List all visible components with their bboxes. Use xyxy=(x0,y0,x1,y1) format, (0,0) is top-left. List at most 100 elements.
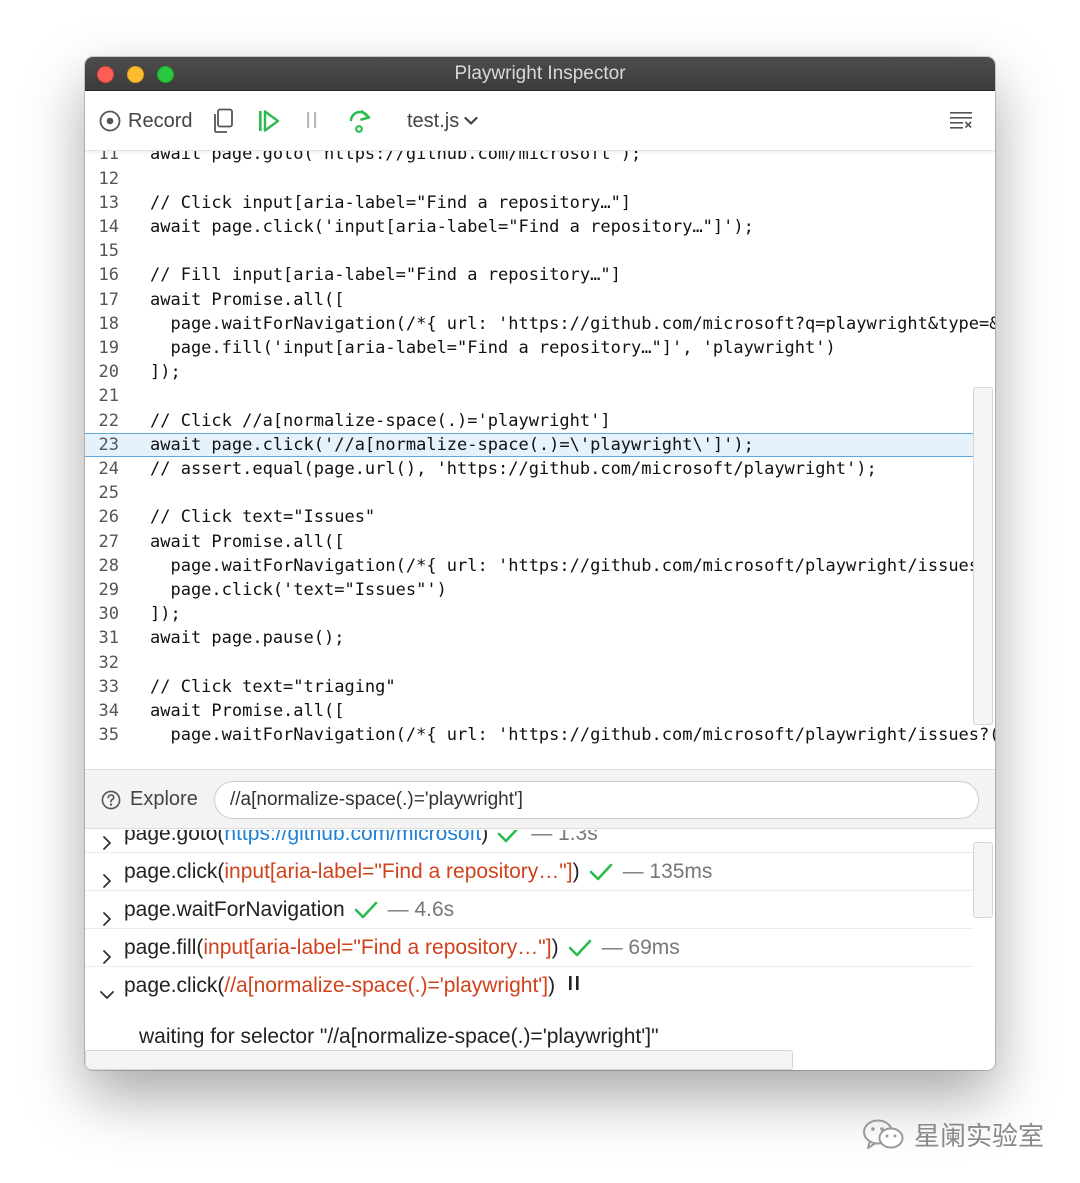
wechat-icon xyxy=(863,1119,904,1149)
explore-button[interactable]: Explore xyxy=(101,788,198,811)
code-line: 28 page.waitForNavigation(/*{ url: 'http… xyxy=(85,554,990,578)
line-number: 26 xyxy=(98,507,119,528)
line-number: 27 xyxy=(98,531,119,552)
line-code: await Promise.all([ xyxy=(150,701,345,721)
record-button[interactable]: Record xyxy=(99,107,192,135)
line-code: // Click text="Issues" xyxy=(150,507,376,528)
log-entry[interactable]: page.waitForNavigation — 4.6s xyxy=(85,891,973,929)
line-number: 29 xyxy=(98,580,119,600)
log-close-paren: ) xyxy=(481,830,489,845)
log-url-arg: https://github.com/microsoft xyxy=(224,830,482,845)
line-number: 24 xyxy=(98,459,119,479)
line-number: 33 xyxy=(98,676,119,697)
line-code: page.waitForNavigation(/*{ url: 'https:/… xyxy=(150,313,995,334)
chevron-right-icon xyxy=(103,836,111,850)
code-line: 26 // Click text="Issues" xyxy=(85,505,973,529)
help-circle-icon xyxy=(101,790,121,809)
copy-icon xyxy=(214,108,233,133)
code-line: 25 xyxy=(85,481,973,505)
line-code: ]); xyxy=(150,362,181,383)
resume-button[interactable] xyxy=(258,109,280,133)
line-number: 17 xyxy=(98,289,119,310)
pause-button[interactable] xyxy=(304,109,320,131)
expand-toggle[interactable] xyxy=(99,978,115,1016)
line-number: 34 xyxy=(98,701,119,721)
line-number: 21 xyxy=(98,386,119,407)
log-duration: — 69ms xyxy=(601,936,680,959)
line-number: 15 xyxy=(98,241,119,262)
clear-list-icon xyxy=(950,112,972,129)
line-code: await Promise.all([ xyxy=(150,289,345,310)
code-line: 30]); xyxy=(85,602,973,626)
step-over-icon xyxy=(349,110,371,133)
code-line: 12 xyxy=(85,167,973,191)
line-number: 14 xyxy=(98,217,119,237)
code-line: 21 xyxy=(85,384,973,408)
code-editor[interactable]: 11 await page.goto('https://github.com/mi… xyxy=(85,151,995,767)
line-number: 22 xyxy=(98,410,119,431)
code-line: 14 await page.click('input[aria-label="Fi… xyxy=(85,215,973,239)
chevron-right-icon xyxy=(103,912,111,926)
line-code: // Fill input[aria-label="Find a reposit… xyxy=(150,265,621,286)
log-entry[interactable]: page.click(input[aria-label="Find a repo… xyxy=(85,853,973,891)
log-selector-arg: input[aria-label="Find a repository…"] xyxy=(224,860,573,883)
log-duration: — 135ms xyxy=(622,860,713,883)
chevron-right-icon xyxy=(103,950,111,964)
code-line: 34 await Promise.all([ xyxy=(85,699,973,723)
line-number: 16 xyxy=(98,265,119,286)
check-icon xyxy=(354,901,377,919)
pause-icon xyxy=(307,112,317,128)
log-selector-arg: //a[normalize-space(.)='playwright'] xyxy=(224,974,549,997)
line-number: 19 xyxy=(98,338,119,358)
file-dropdown[interactable]: test.js xyxy=(407,107,478,135)
log-method: page.click( xyxy=(124,860,225,883)
code-line: 17 await Promise.all([ xyxy=(85,288,973,312)
paused-icon xyxy=(569,976,579,990)
line-number: 35 xyxy=(98,725,119,746)
line-number: 32 xyxy=(98,652,119,673)
clear-button[interactable] xyxy=(949,111,973,129)
line-code: await page.click('input[aria-label="Find… xyxy=(150,217,754,237)
line-code: // Click //a[normalize-space(.)='playwri… xyxy=(150,410,611,431)
step-over-button[interactable] xyxy=(348,108,372,134)
watermark-text: 星阑实验室 xyxy=(914,1121,1045,1151)
chevron-right-icon xyxy=(103,874,111,888)
line-number: 20 xyxy=(98,362,119,383)
copy-button[interactable] xyxy=(211,108,235,134)
code-line-current: 23 await page.click('//a[normalize-space(… xyxy=(85,432,973,457)
code-line: 13 // Click input[aria-label="Find a repo… xyxy=(85,191,973,215)
selector-input[interactable] xyxy=(214,781,979,819)
line-number: 18 xyxy=(98,313,119,334)
line-number: 28 xyxy=(98,555,119,576)
watermark: 星阑实验室 xyxy=(862,1116,1044,1153)
log-selector-arg: input[aria-label="Find a repository…"] xyxy=(203,936,552,959)
log-entry[interactable]: page.goto(https://github.com/microsoft) —… xyxy=(85,830,973,853)
line-code: await Promise.all([ xyxy=(150,531,345,552)
toolbar: Record test.js xyxy=(85,91,995,151)
log-vertical-scrollbar[interactable] xyxy=(973,842,993,918)
code-line: 32 xyxy=(85,651,973,675)
code-line: 16 // Fill input[aria-label="Find a repos… xyxy=(85,263,973,287)
log-method: page.fill( xyxy=(124,936,204,959)
check-icon xyxy=(589,863,612,881)
code-line: 31 await page.pause(); xyxy=(85,626,973,650)
code-line: 24 // assert.equal(page.url(), 'https://g… xyxy=(85,457,973,481)
log-entry[interactable]: page.fill(input[aria-label="Find a repos… xyxy=(85,929,973,967)
log-method: page.goto( xyxy=(124,830,225,845)
line-code: page.fill('input[aria-label="Find a repo… xyxy=(150,338,836,358)
editor-vertical-scrollbar[interactable] xyxy=(973,387,993,725)
log-close-paren: ) xyxy=(551,936,559,959)
log-method: page.waitForNavigation xyxy=(124,898,345,921)
chevron-down-icon xyxy=(464,116,478,125)
record-label: Record xyxy=(128,109,193,132)
log-entry-text: page.fill(input[aria-label="Find a repos… xyxy=(124,929,680,967)
check-icon xyxy=(568,939,591,957)
line-code: // Click text="triaging" xyxy=(150,676,396,697)
log-horizontal-scrollbar[interactable] xyxy=(85,1050,793,1070)
log-duration: — 4.6s xyxy=(387,898,455,921)
line-code: page.waitForNavigation(/*{ url: 'https:/… xyxy=(150,725,995,746)
line-number: 23 xyxy=(98,434,119,455)
line-code: await page.click('//a[normalize-space(.)… xyxy=(150,434,754,455)
resume-icon xyxy=(259,110,280,132)
log-entry[interactable]: page.click(//a[normalize-space(.)='playw… xyxy=(85,967,973,1005)
